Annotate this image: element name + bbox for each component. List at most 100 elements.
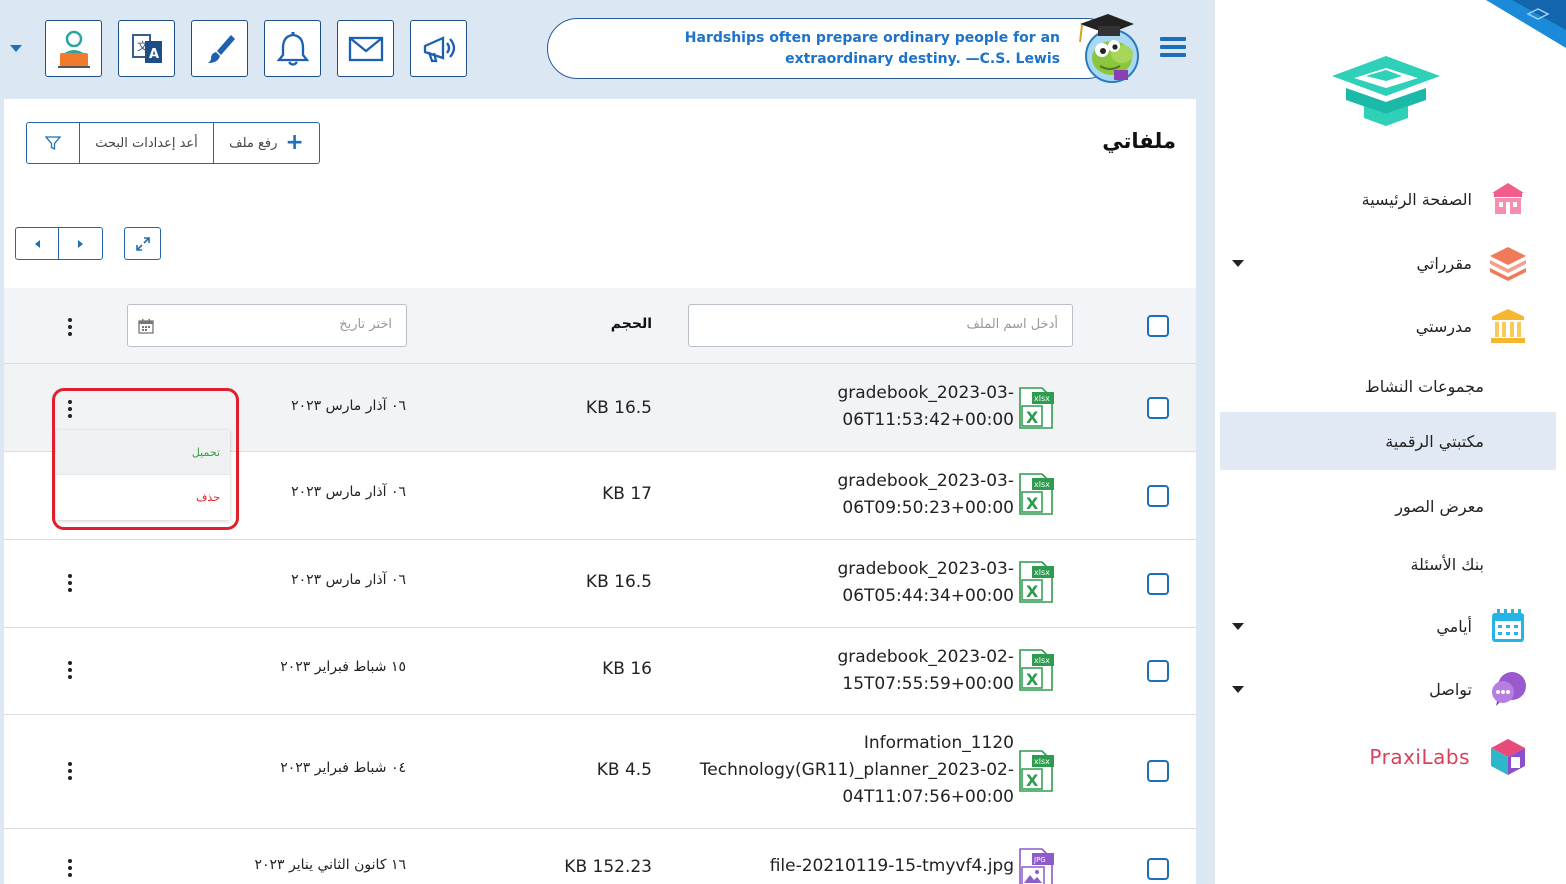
file-name-line: gradebook_2023-03- [837, 471, 1014, 491]
sidebar-item-label: أيامي [1436, 616, 1472, 636]
row-actions-kebab-icon[interactable] [67, 859, 73, 880]
profile-button[interactable] [45, 20, 102, 77]
row-checkbox[interactable] [1147, 660, 1169, 682]
expand-button[interactable] [124, 227, 161, 260]
sidebar-item-communicate[interactable]: تواصل [1220, 660, 1556, 718]
announcements-button[interactable] [410, 20, 467, 77]
hamburger-menu-icon[interactable] [1160, 37, 1186, 59]
row-checkbox[interactable] [1147, 858, 1169, 880]
row-checkbox[interactable] [1147, 760, 1169, 782]
file-size: KB 16.5 [585, 572, 652, 592]
messages-button[interactable] [337, 20, 394, 77]
next-page-button[interactable] [59, 228, 102, 259]
previous-page-button[interactable] [16, 228, 59, 259]
megaphone-icon [423, 35, 455, 62]
svg-text:X: X [1026, 582, 1039, 601]
translate-icon: 文A [131, 33, 162, 63]
file-name-line: 04T11:07:56+00:00 [842, 787, 1014, 807]
brush-button[interactable] [191, 20, 248, 77]
reset-search-label: أعد إعدادات البحث [95, 135, 198, 151]
size-column-header: الحجم [610, 316, 652, 332]
xlsx-file-icon: xlsx X [1018, 472, 1054, 516]
mail-icon [348, 36, 383, 61]
file-date: ٠٤ شباط فبراير ٢٠٢٣ [280, 760, 406, 776]
file-name-line: file-20210119-15-tmyvf4.jpg [769, 856, 1014, 876]
file-name-line: Technology(GR11)_planner_2023-02- [699, 760, 1014, 780]
table-row: JPG file-20210119-15-tmyvf4.jpg KB 152.2… [4, 829, 1196, 884]
file-size: KB 17 [602, 484, 652, 504]
upload-file-button[interactable]: رفع ملف + [214, 123, 319, 163]
expand-icon [135, 236, 150, 251]
profile-icon [57, 30, 90, 68]
file-name[interactable]: Information_1120 Technology(GR11)_planne… [700, 730, 1014, 811]
chevron-down-icon[interactable] [1232, 260, 1244, 267]
calendar-icon [1488, 606, 1528, 646]
top-bar: 文A Hardships often prepare ordinary peop… [0, 0, 1213, 98]
svg-text:A: A [149, 47, 159, 62]
sidebar-item-label: تواصل [1429, 679, 1472, 699]
filter-button[interactable] [27, 123, 80, 163]
praxilabs-label: PraxiLabs [1369, 745, 1470, 769]
table-row: xlsx X gradebook_2023-02- 15T07:55:59+00:… [4, 628, 1196, 715]
file-name-line: gradebook_2023-02- [837, 647, 1014, 667]
file-name[interactable]: gradebook_2023-03- 06T09:50:23+00:00 [837, 468, 1014, 522]
brush-icon [207, 34, 235, 63]
translate-button[interactable]: 文A [118, 20, 175, 77]
sidebar-item-activity-groups[interactable]: مجموعات النشاط [1220, 357, 1556, 415]
row-checkbox[interactable] [1147, 573, 1169, 595]
xlsx-file-icon: xlsx X [1018, 386, 1054, 430]
quote-banner: Hardships often prepare ordinary people … [547, 18, 1117, 79]
sidebar-item-my-school[interactable]: مدرستي [1220, 297, 1556, 355]
row-actions-kebab-icon[interactable] [67, 574, 73, 595]
sidebar-item-label: معرض الصور [1395, 496, 1484, 516]
filename-filter-input[interactable]: أدخل اسم الملف [688, 304, 1073, 347]
sidebar-item-my-days[interactable]: أيامي [1220, 597, 1556, 655]
notifications-button[interactable] [264, 20, 321, 77]
file-name[interactable]: file-20210119-15-tmyvf4.jpg [770, 853, 1014, 880]
xlsx-badge: xlsx [1034, 568, 1050, 577]
sidebar-item-label: مقرراتي [1416, 253, 1472, 273]
brand-logo [1332, 56, 1440, 126]
chevron-down-icon[interactable] [1232, 686, 1244, 693]
quote-text: Hardships often prepare ordinary people … [684, 30, 1060, 67]
sidebar-item-question-bank[interactable]: بنك الأسئلة [1220, 535, 1556, 593]
row-checkbox[interactable] [1147, 485, 1169, 507]
pager [15, 227, 103, 260]
file-name[interactable]: gradebook_2023-03- 06T05:44:34+00:00 [837, 556, 1014, 610]
chevron-down-icon[interactable] [1232, 623, 1244, 630]
file-name[interactable]: gradebook_2023-02- 15T07:55:59+00:00 [837, 644, 1014, 698]
jpg-file-icon: JPG [1018, 847, 1054, 884]
sidebar-item-label: مدرستي [1415, 316, 1472, 336]
kebab-menu-icon[interactable] [67, 318, 73, 339]
upload-file-label: رفع ملف [229, 135, 278, 151]
sidebar-item-courses[interactable]: مقرراتي [1220, 234, 1556, 292]
date-placeholder: اختر تاريخ [339, 317, 392, 332]
sidebar-item-photo-gallery[interactable]: معرض الصور [1220, 477, 1556, 535]
institution-icon [1488, 306, 1528, 346]
sidebar-item-label: الصفحة الرئيسية [1361, 189, 1472, 209]
caret-left-icon [34, 239, 40, 248]
corner-fold-decoration [1486, 0, 1566, 48]
chevron-down-icon[interactable] [10, 45, 22, 52]
row-checkbox[interactable] [1147, 397, 1169, 419]
file-size: KB 16 [602, 659, 652, 679]
file-date: ٠٦ آذار مارس ٢٠٢٣ [291, 572, 406, 588]
file-date: ١٦ كانون الثاني يناير ٢٠٢٣ [254, 857, 407, 873]
filter-icon [45, 136, 61, 151]
row-actions-kebab-icon[interactable] [67, 661, 73, 682]
date-filter-input[interactable]: اختر تاريخ [127, 304, 407, 347]
select-all-checkbox[interactable] [1147, 315, 1169, 337]
file-name-line: gradebook_2023-03- [837, 383, 1014, 403]
row-actions-kebab-icon[interactable] [67, 762, 73, 783]
file-size: KB 16.5 [585, 398, 652, 418]
file-name[interactable]: gradebook_2023-03- 06T11:53:42+00:00 [837, 380, 1014, 434]
bell-icon [276, 31, 309, 66]
file-name-line: gradebook_2023-03- [837, 559, 1014, 579]
plus-icon: + [285, 130, 304, 155]
sidebar-item-praxilabs[interactable]: PraxiLabs [1220, 728, 1556, 786]
svg-text:X: X [1026, 771, 1039, 790]
file-size: KB 4.5 [596, 760, 652, 780]
sidebar-item-digital-library[interactable]: مكتبتي الرقمية [1220, 412, 1556, 470]
reset-search-button[interactable]: أعد إعدادات البحث [80, 123, 214, 163]
sidebar-item-home[interactable]: الصفحة الرئيسية [1220, 170, 1556, 228]
